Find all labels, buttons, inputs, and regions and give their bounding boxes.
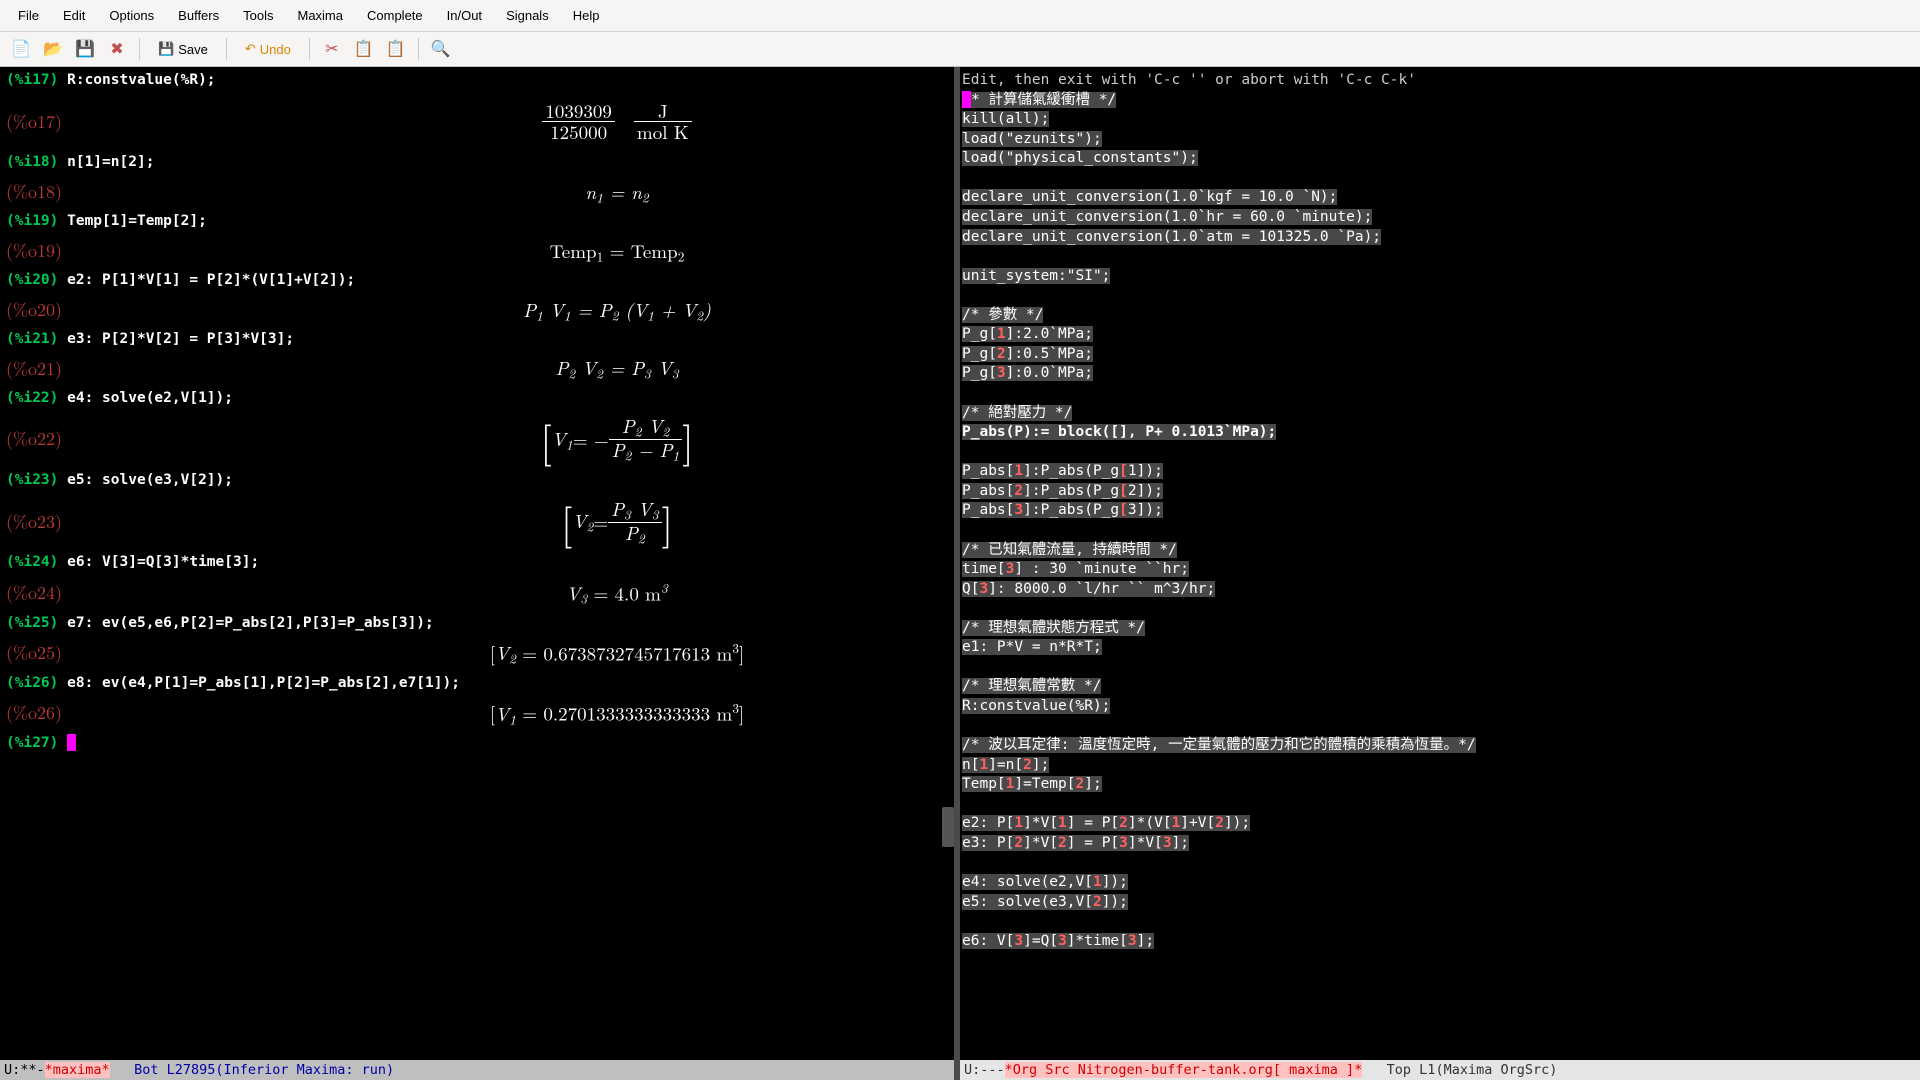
source-line[interactable]: P_abs[1]:P_abs(P_g[1]); <box>962 462 1914 482</box>
menubar: FileEditOptionsBuffersToolsMaximaComplet… <box>0 0 1920 32</box>
source-line[interactable]: declare_unit_conversion(1.0`atm = 101325… <box>962 228 1914 248</box>
menu-in/out[interactable]: In/Out <box>437 4 492 27</box>
source-line[interactable]: /* 理想氣體狀態方程式 */ <box>962 619 1914 639</box>
delete-button[interactable]: ✖ <box>104 36 130 62</box>
source-line[interactable]: load("physical_constants"); <box>962 149 1914 169</box>
source-line[interactable]: e6: V[3]=Q[3]*time[3]; <box>962 932 1914 952</box>
source-line[interactable]: e5: solve(e3,V[2]); <box>962 893 1914 913</box>
menu-signals[interactable]: Signals <box>496 4 559 27</box>
copy-button[interactable]: 📋 <box>351 36 377 62</box>
input-prompt: (%i24) <box>6 554 58 570</box>
source-line[interactable]: e3: P[2]*V[2] = P[3]*V[3]; <box>962 834 1914 854</box>
toolbar: 📄 📂 💾 ✖ 💾Save ↶Undo ✂ 📋 📋 🔍 <box>0 32 1920 67</box>
toolbar-separator <box>418 38 419 60</box>
source-line[interactable]: * 計算儲氣緩衝槽 */ <box>962 91 1914 111</box>
source-line[interactable] <box>962 247 1914 267</box>
menu-buffers[interactable]: Buffers <box>168 4 229 27</box>
input-prompt: (%i17) <box>6 72 58 88</box>
source-line[interactable]: R:constvalue(%R); <box>962 697 1914 717</box>
input-prompt: (%i18) <box>6 154 58 170</box>
source-line[interactable]: load("ezunits"); <box>962 130 1914 150</box>
input-prompt: (%i19) <box>6 213 58 229</box>
source-line[interactable]: /* 波以耳定律: 溫度恆定時, 一定量氣體的壓力和它的體積的乘積為恆量。*/ <box>962 736 1914 756</box>
source-line[interactable] <box>962 286 1914 306</box>
input-prompt: (%i26) <box>6 675 58 691</box>
source-line[interactable]: P_abs[3]:P_abs(P_g[3]); <box>962 501 1914 521</box>
source-line[interactable]: /* 理想氣體常數 */ <box>962 677 1914 697</box>
source-line[interactable]: Q[3]: 8000.0 `l/hr `` m^3/hr; <box>962 580 1914 600</box>
source-line[interactable]: /* 已知氣體流量, 持續時間 */ <box>962 541 1914 561</box>
input-prompt: (%i21) <box>6 331 58 347</box>
source-line[interactable]: P_g[3]:0.0`MPa; <box>962 364 1914 384</box>
scrollbar-thumb[interactable] <box>942 807 954 847</box>
source-line[interactable] <box>962 717 1914 737</box>
undo-button[interactable]: ↶Undo <box>236 36 300 62</box>
toolbar-separator <box>226 38 227 60</box>
text-cursor <box>67 734 76 751</box>
menu-help[interactable]: Help <box>563 4 610 27</box>
source-line[interactable]: /* 絕對壓力 */ <box>962 404 1914 424</box>
toolbar-separator <box>139 38 140 60</box>
input-prompt: (%i25) <box>6 615 58 631</box>
source-line[interactable] <box>962 443 1914 463</box>
minibuffer-hint: Edit, then exit with 'C-c '' or abort wi… <box>962 71 1914 91</box>
new-file-button[interactable]: 📄 <box>8 36 34 62</box>
input-prompt: (%i22) <box>6 390 58 406</box>
input-prompt: (%i20) <box>6 272 58 288</box>
source-line[interactable]: unit_system:"SI"; <box>962 267 1914 287</box>
menu-options[interactable]: Options <box>99 4 164 27</box>
save-button[interactable]: 💾Save <box>149 36 217 62</box>
buffer-name: *Org Src Nitrogen-buffer-tank.org[ maxim… <box>1005 1062 1363 1078</box>
maxima-repl-pane[interactable]: (%i17) R:constvalue(%R); (%o17)103930912… <box>0 67 960 1080</box>
source-line[interactable]: e4: solve(e2,V[1]); <box>962 873 1914 893</box>
modeline-left[interactable]: U:**- *maxima* Bot L27895 (Inferior Maxi… <box>0 1060 954 1080</box>
input-prompt: (%i27) <box>6 735 58 751</box>
input-prompt: (%i23) <box>6 472 58 488</box>
source-line[interactable]: P_abs(P):= block([], P+ 0.1013`MPa); <box>962 423 1914 443</box>
source-line[interactable] <box>962 795 1914 815</box>
source-line[interactable]: n[1]=n[2]; <box>962 756 1914 776</box>
source-line[interactable]: kill(all); <box>962 110 1914 130</box>
source-line[interactable] <box>962 384 1914 404</box>
menu-maxima[interactable]: Maxima <box>287 4 353 27</box>
modeline-right[interactable]: U:--- *Org Src Nitrogen-buffer-tank.org[… <box>960 1060 1920 1080</box>
open-button[interactable]: 📂 <box>40 36 66 62</box>
output-prompt: (%o17) <box>6 109 62 134</box>
buffer-name: *maxima* <box>45 1062 110 1078</box>
source-line[interactable]: P_g[1]:2.0`MPa; <box>962 325 1914 345</box>
toolbar-separator <box>309 38 310 60</box>
source-line[interactable]: Temp[1]=Temp[2]; <box>962 775 1914 795</box>
cut-button[interactable]: ✂ <box>319 36 345 62</box>
source-line[interactable] <box>962 169 1914 189</box>
menu-file[interactable]: File <box>8 4 49 27</box>
source-editor-pane[interactable]: Edit, then exit with 'C-c '' or abort wi… <box>960 67 1920 1080</box>
source-line[interactable]: P_abs[2]:P_abs(P_g[2]); <box>962 482 1914 502</box>
editor-area: (%i17) R:constvalue(%R); (%o17)103930912… <box>0 67 1920 1080</box>
source-line[interactable] <box>962 854 1914 874</box>
menu-edit[interactable]: Edit <box>53 4 95 27</box>
source-line[interactable] <box>962 912 1914 932</box>
source-line[interactable] <box>962 599 1914 619</box>
paste-button[interactable]: 📋 <box>383 36 409 62</box>
search-button[interactable]: 🔍 <box>428 36 454 62</box>
source-line[interactable]: declare_unit_conversion(1.0`hr = 60.0 `m… <box>962 208 1914 228</box>
source-line[interactable]: /* 參數 */ <box>962 306 1914 326</box>
menu-tools[interactable]: Tools <box>233 4 283 27</box>
source-line[interactable]: time[3] : 30 `minute ``hr; <box>962 560 1914 580</box>
source-line[interactable] <box>962 521 1914 541</box>
menu-complete[interactable]: Complete <box>357 4 433 27</box>
source-line[interactable]: e1: P*V = n*R*T; <box>962 638 1914 658</box>
source-line[interactable]: e2: P[1]*V[1] = P[2]*(V[1]+V[2]); <box>962 814 1914 834</box>
source-line[interactable] <box>962 658 1914 678</box>
source-line[interactable]: P_g[2]:0.5`MPa; <box>962 345 1914 365</box>
save-button-icon[interactable]: 💾 <box>72 36 98 62</box>
source-line[interactable]: declare_unit_conversion(1.0`kgf = 10.0 `… <box>962 188 1914 208</box>
